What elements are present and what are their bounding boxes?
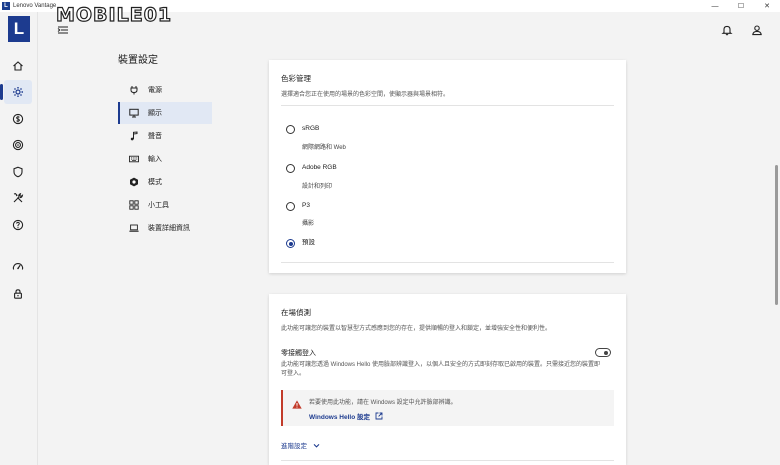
warning-icon <box>292 396 302 409</box>
radio-button[interactable] <box>286 125 295 134</box>
music-note-icon <box>129 131 139 141</box>
nav-label: 小工具 <box>148 202 169 209</box>
link-label: Windows Hello 設定 <box>309 414 370 421</box>
card-description: 選擇適合您正在使用的場景的色彩空間，使顯示器與場景相符。 <box>281 92 450 98</box>
windows-hello-settings-link[interactable]: Windows Hello 設定 <box>309 411 383 421</box>
nav-label: 裝置詳細資訊 <box>148 225 190 232</box>
nav-item-input[interactable]: 輸入 <box>118 148 212 170</box>
nav-label: 顯示 <box>148 110 162 117</box>
presence-detection-card: 在場偵測 此功能可讓您的裝置以智慧型方式感應到您的存在，提供順暢的登入和鎖定，並… <box>269 294 626 465</box>
external-link-icon <box>375 412 383 420</box>
nav-label: 模式 <box>148 179 162 186</box>
watermark-logo: MOBILE01 <box>55 3 173 26</box>
account-icon[interactable] <box>751 24 763 36</box>
radar-icon[interactable] <box>4 133 32 157</box>
nav-label: 聲音 <box>148 133 162 140</box>
zero-touch-description: 此功能可讓您透過 Windows Hello 使用臉部辨識登入，以個人且安全的方… <box>281 362 601 377</box>
warning-box: 若要使用此功能，請在 Windows 設定中允許臉部辨識。 Windows He… <box>281 390 614 426</box>
lenovo-logo: L <box>8 16 30 42</box>
radio-label: sRGB <box>302 125 320 132</box>
lock-icon[interactable] <box>4 282 32 306</box>
advanced-settings-link[interactable]: 進階設定 <box>281 440 320 450</box>
keyboard-icon <box>129 154 139 164</box>
help-icon[interactable] <box>4 213 32 237</box>
gear-icon[interactable] <box>0 80 32 104</box>
maximize-button[interactable]: ☐ <box>728 0 754 12</box>
nav-item-device-info[interactable]: 裝置詳細資訊 <box>118 217 212 239</box>
divider <box>281 105 614 106</box>
radio-sublabel: 設計和列印 <box>302 184 333 190</box>
monitor-icon <box>129 108 139 118</box>
nav-item-display[interactable]: 顯示 <box>118 102 212 124</box>
window-controls: — ☐ ✕ <box>702 0 780 12</box>
widgets-icon <box>129 200 139 210</box>
color-management-card: 色彩管理 選擇適合您正在使用的場景的色彩空間，使顯示器與場景相符。 sRGB 網… <box>269 60 626 273</box>
card-description: 此功能可讓您的裝置以智慧型方式感應到您的存在，提供順暢的登入和鎖定，並增強安全性… <box>281 326 552 332</box>
nav-item-power[interactable]: 電源 <box>118 79 212 101</box>
radio-button[interactable] <box>286 164 295 173</box>
card-title: 色彩管理 <box>281 74 311 83</box>
shield-icon[interactable] <box>4 160 32 184</box>
nav-item-widgets[interactable]: 小工具 <box>118 194 212 216</box>
warning-text: 若要使用此功能，請在 Windows 設定中允許臉部辨識。 <box>309 400 457 406</box>
divider <box>281 460 614 461</box>
bell-icon[interactable] <box>721 24 733 36</box>
radio-srgb[interactable]: sRGB <box>286 124 319 134</box>
radio-adobe-rgb[interactable]: Adobe RGB <box>286 163 337 173</box>
scrollbar-thumb[interactable] <box>775 165 778 305</box>
dollar-icon[interactable] <box>4 107 32 131</box>
nav-label: 電源 <box>148 87 162 94</box>
zero-touch-title: 零接觸登入 <box>281 350 316 357</box>
radio-sublabel: 攝影 <box>302 221 315 227</box>
home-icon[interactable] <box>4 54 32 78</box>
card-title: 在場偵測 <box>281 308 311 317</box>
nav-label: 輸入 <box>148 156 162 163</box>
speedometer-icon[interactable] <box>4 255 32 279</box>
radio-p3[interactable]: P3 <box>286 201 310 211</box>
radio-label: P3 <box>302 202 310 209</box>
zero-touch-toggle[interactable] <box>595 348 611 357</box>
minimize-button[interactable]: — <box>702 0 728 12</box>
divider <box>281 262 614 263</box>
app-icon: L <box>2 2 10 10</box>
radio-sublabel: 網際網路和 Web <box>302 145 346 151</box>
radio-label: Adobe RGB <box>302 164 337 171</box>
menu-toggle-icon[interactable] <box>57 24 69 36</box>
nav-item-sound[interactable]: 聲音 <box>118 125 212 147</box>
page-title: 裝置設定 <box>118 55 158 66</box>
tools-icon[interactable] <box>4 186 32 210</box>
plug-icon <box>129 85 139 95</box>
radio-default[interactable]: 預設 <box>286 238 315 248</box>
window-title: Lenovo Vantage <box>13 3 57 9</box>
close-button[interactable]: ✕ <box>754 0 780 12</box>
radio-button-checked[interactable] <box>286 239 295 248</box>
radio-button[interactable] <box>286 202 295 211</box>
nav-item-mode[interactable]: 模式 <box>118 171 212 193</box>
laptop-icon <box>129 223 139 233</box>
link-label: 進階設定 <box>281 443 307 450</box>
chevron-down-icon <box>313 442 320 449</box>
radio-label: 預設 <box>302 239 315 246</box>
hexagon-icon <box>129 177 139 187</box>
icon-rail: L <box>0 12 38 465</box>
